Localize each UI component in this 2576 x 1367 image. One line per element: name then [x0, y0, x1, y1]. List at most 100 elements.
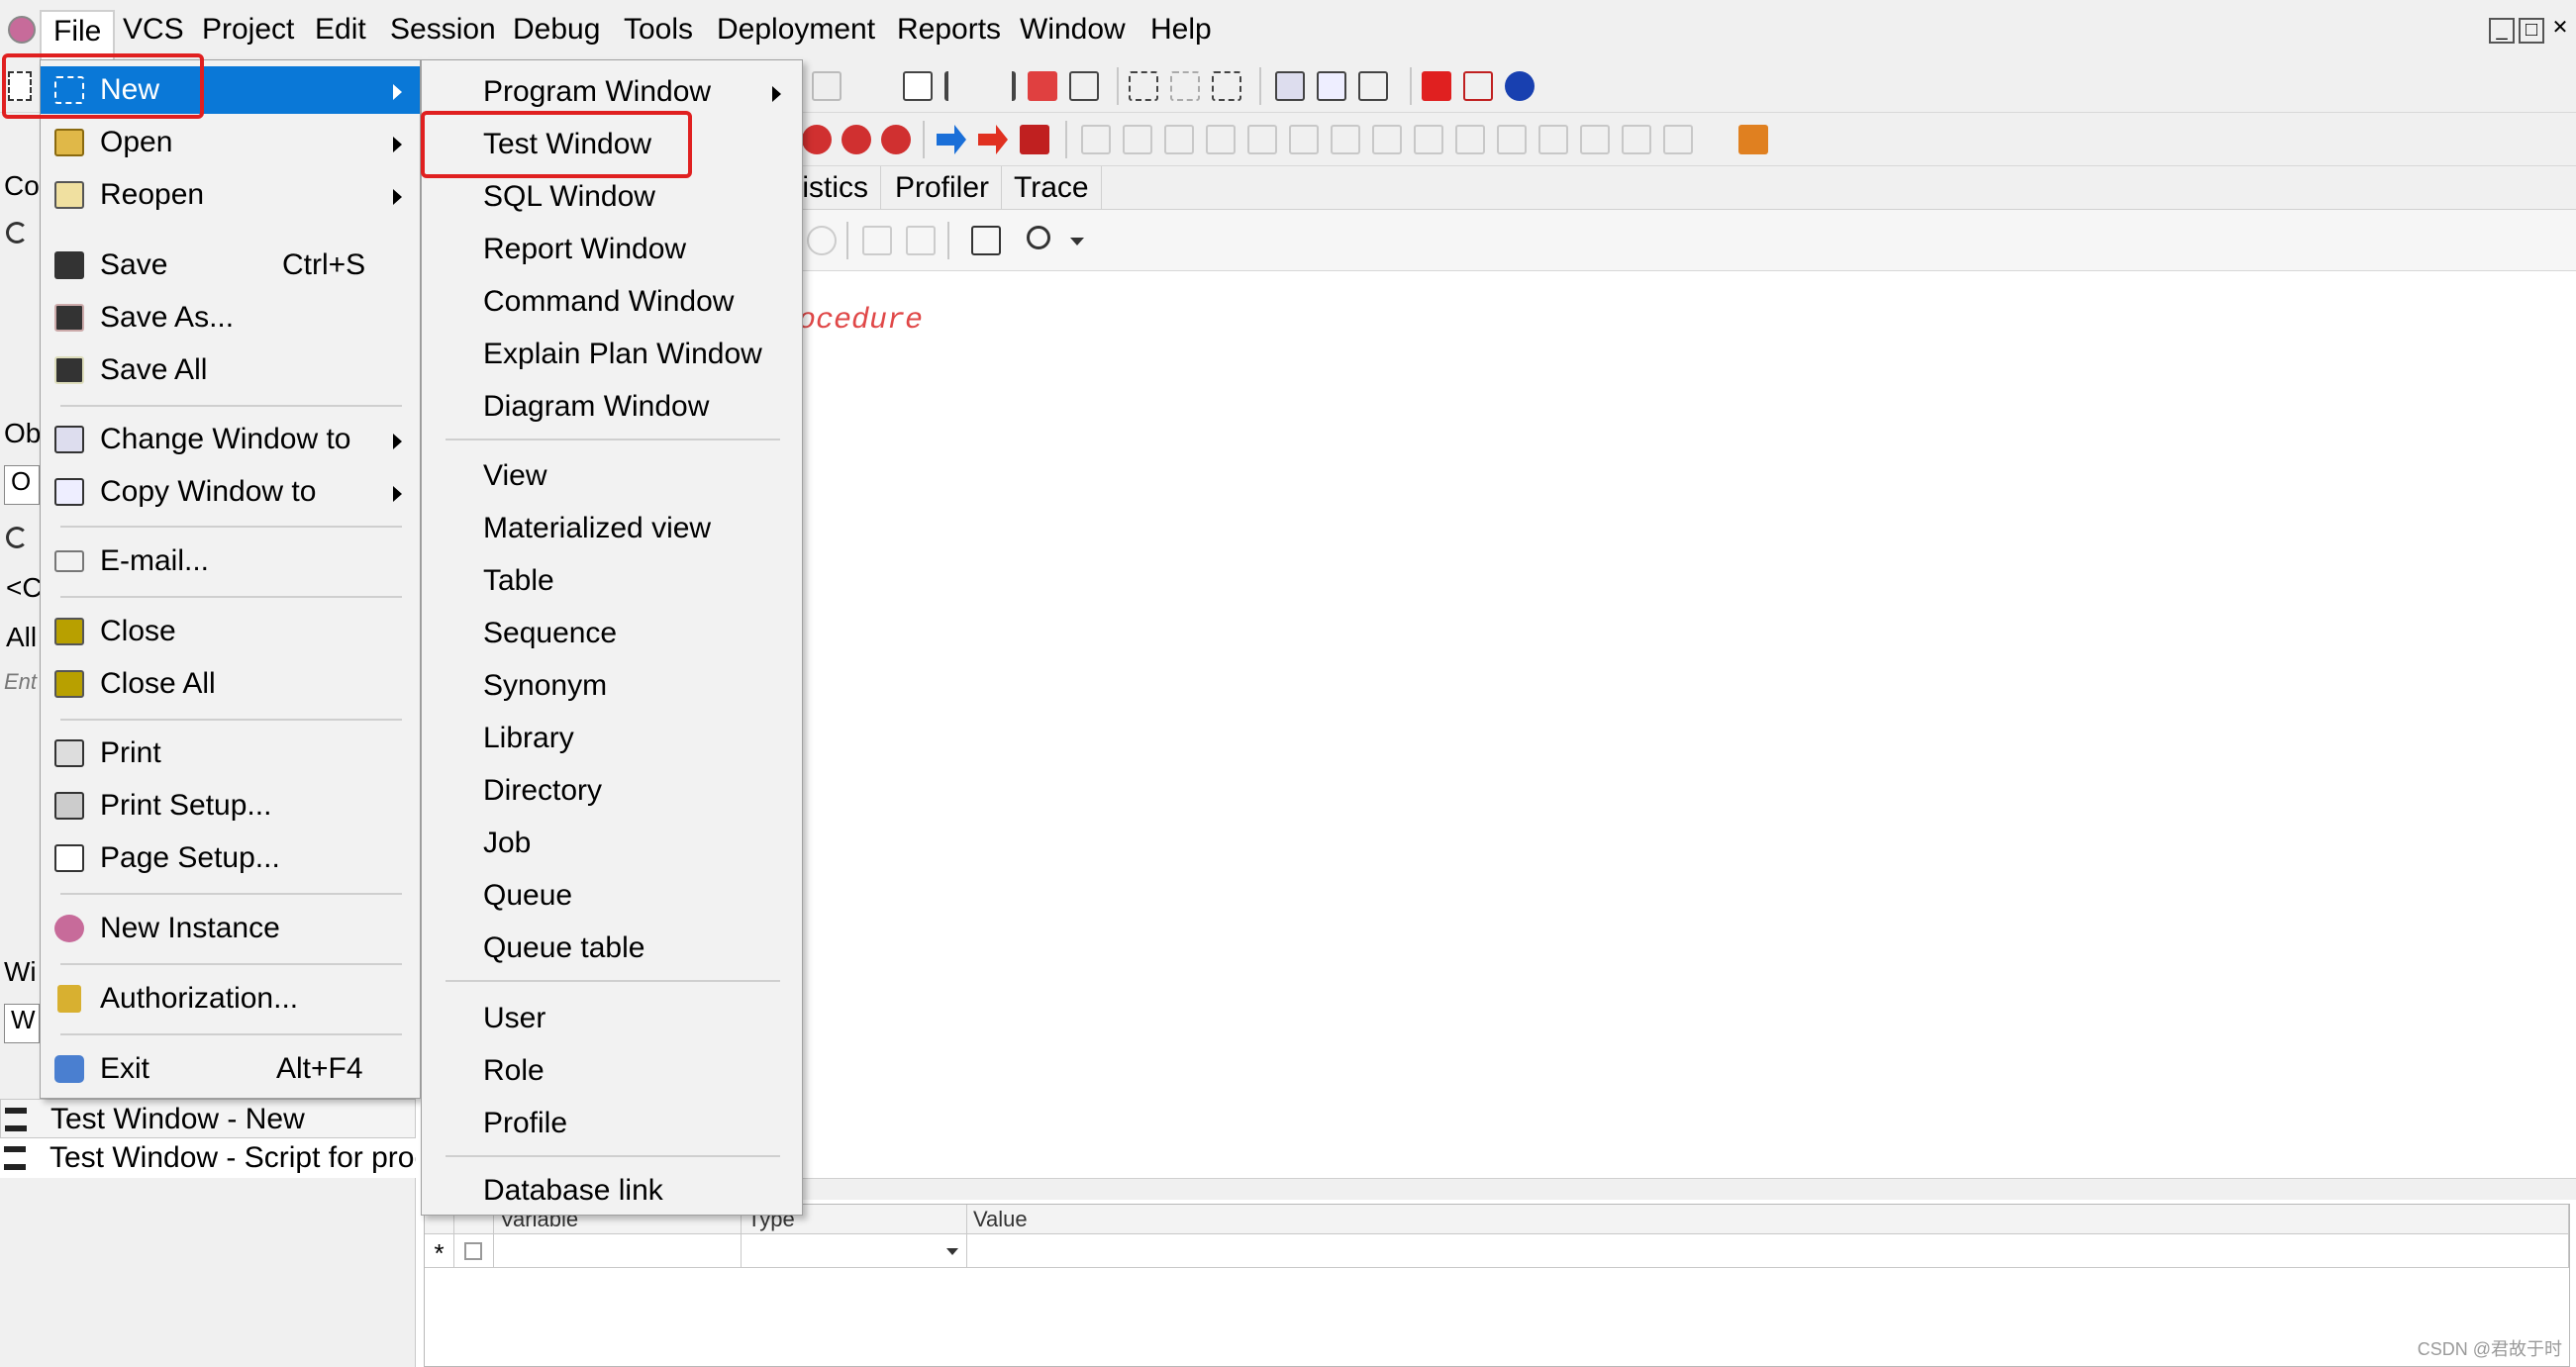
minimize-button[interactable]: _	[2489, 18, 2515, 44]
menu-deployment[interactable]: Deployment	[705, 10, 887, 49]
new-submenu-item-diagram-window[interactable]: Diagram Window	[422, 383, 802, 431]
stop-icon[interactable]	[1020, 125, 1049, 154]
tab-profiler[interactable]: Profiler	[883, 166, 1003, 210]
new-submenu-item-profile[interactable]: Profile	[422, 1100, 802, 1147]
disabled-tool-icon[interactable]	[1289, 125, 1319, 154]
menu-debug[interactable]: Debug	[501, 10, 612, 49]
toolbar-red-doc-icon[interactable]	[1028, 71, 1057, 101]
disabled-tool-icon[interactable]	[1247, 125, 1277, 154]
glasses-icon[interactable]	[862, 226, 892, 255]
window-filter-input[interactable]: W	[4, 1004, 40, 1043]
file-menu-item-close[interactable]: Close	[41, 608, 420, 655]
new-submenu-item-materialized-view[interactable]: Materialized view	[422, 505, 802, 552]
disabled-tool-icon[interactable]	[1414, 125, 1443, 154]
refresh-icon[interactable]	[6, 222, 28, 244]
new-submenu-item-sequence[interactable]: Sequence	[422, 610, 802, 657]
menu-vcs[interactable]: VCS	[111, 10, 196, 49]
debug-red3-icon[interactable]	[881, 125, 911, 154]
new-submenu-item-user[interactable]: User	[422, 995, 802, 1042]
file-menu-item-save-all[interactable]: Save All	[41, 346, 420, 394]
search-icon[interactable]	[1027, 226, 1050, 249]
chevron-down-icon[interactable]	[1070, 238, 1084, 245]
chevron-down-icon[interactable]	[946, 1248, 958, 1255]
menu-tools[interactable]: Tools	[612, 10, 705, 49]
new-submenu-item-library[interactable]: Library	[422, 715, 802, 762]
file-menu-item-exit[interactable]: Exit Alt+F4	[41, 1045, 420, 1093]
grid-checkbox[interactable]	[454, 1234, 494, 1268]
new-submenu-item-report-window[interactable]: Report Window	[422, 226, 802, 273]
toolbar-indent-icon[interactable]	[944, 71, 974, 101]
binary-icon[interactable]	[906, 226, 936, 255]
file-menu-item-new-instance[interactable]: New Instance	[41, 905, 420, 952]
toolbar-outdent-icon[interactable]	[986, 71, 1016, 101]
menu-session[interactable]: Session	[378, 10, 508, 49]
new-submenu-item-synonym[interactable]: Synonym	[422, 662, 802, 710]
menu-project[interactable]: Project	[190, 10, 306, 49]
disabled-tool-icon[interactable]	[1455, 125, 1485, 154]
toolbar-tree-icon[interactable]	[1129, 71, 1158, 101]
pdf-icon[interactable]	[1463, 71, 1493, 101]
file-menu-item-print-setup[interactable]: Print Setup...	[41, 782, 420, 830]
menu-edit[interactable]: Edit	[303, 10, 378, 49]
toolbar-tree2-icon[interactable]	[1170, 71, 1200, 101]
disabled-tool-icon[interactable]	[1538, 125, 1568, 154]
new-submenu-item-command-window[interactable]: Command Window	[422, 278, 802, 326]
toolbar-columns-icon[interactable]	[1358, 71, 1388, 101]
file-menu-item-reopen[interactable]: Reopen	[41, 171, 420, 219]
new-submenu-item-directory[interactable]: Directory	[422, 767, 802, 815]
toolbar-tree3-icon[interactable]	[1212, 71, 1241, 101]
step-blue-arrow-icon[interactable]	[937, 125, 966, 154]
new-submenu-item-queue-table[interactable]: Queue table	[422, 925, 802, 972]
disabled-tool-icon[interactable]	[1372, 125, 1402, 154]
toolbar-page-icon[interactable]	[1069, 71, 1099, 101]
restore-button[interactable]: □	[2519, 18, 2544, 44]
toolbar-grid-icon[interactable]	[1317, 71, 1346, 101]
file-menu-item-authorization[interactable]: Authorization...	[41, 975, 420, 1023]
debug-red-icon[interactable]	[802, 125, 832, 154]
disabled-tool-icon[interactable]	[1331, 125, 1360, 154]
object-filter-input[interactable]: O	[4, 465, 40, 505]
toolbar-check-icon[interactable]	[903, 71, 933, 101]
disabled-tool-icon[interactable]	[1663, 125, 1693, 154]
debug-red2-icon[interactable]	[842, 125, 871, 154]
gear-icon[interactable]	[807, 226, 837, 255]
new-submenu-item-explain-plan-window[interactable]: Explain Plan Window	[422, 331, 802, 378]
refresh-icon[interactable]	[6, 527, 28, 548]
new-submenu-item-database-link[interactable]: Database link	[422, 1167, 802, 1215]
menu-window[interactable]: Window	[1008, 10, 1138, 49]
disabled-tool-icon[interactable]	[1497, 125, 1527, 154]
toolbar-doc-icon[interactable]	[812, 71, 842, 101]
new-submenu-item-job[interactable]: Job	[422, 820, 802, 867]
disabled-tool-icon[interactable]	[1622, 125, 1651, 154]
new-submenu-item-program-window[interactable]: Program Window	[422, 68, 802, 116]
grid-type-cell[interactable]	[742, 1234, 967, 1268]
disabled-tool-icon[interactable]	[1164, 125, 1194, 154]
file-menu-item-save[interactable]: Save Ctrl+S	[41, 242, 420, 289]
file-menu-item-email[interactable]: E-mail...	[41, 537, 420, 585]
disabled-tool-icon[interactable]	[1123, 125, 1152, 154]
info-icon[interactable]	[1505, 71, 1535, 101]
oracle-icon[interactable]	[1422, 71, 1451, 101]
checkbox-icon[interactable]	[464, 1242, 482, 1260]
disabled-tool-icon[interactable]	[1206, 125, 1236, 154]
new-submenu-item-queue[interactable]: Queue	[422, 872, 802, 920]
file-menu-item-close-all[interactable]: Close All	[41, 660, 420, 708]
file-menu-item-page-setup[interactable]: Page Setup...	[41, 834, 420, 882]
unlock-icon[interactable]	[1738, 125, 1768, 154]
new-submenu-item-sql-window[interactable]: SQL Window	[422, 173, 802, 221]
new-submenu-item-table[interactable]: Table	[422, 557, 802, 605]
image-icon[interactable]	[971, 226, 1001, 255]
toolbar-windows-icon[interactable]	[1275, 71, 1305, 101]
close-button[interactable]: ✕	[2548, 18, 2572, 44]
window-list-item[interactable]: Test Window - New	[0, 1099, 416, 1138]
disabled-tool-icon[interactable]	[1081, 125, 1111, 154]
file-menu-item-print[interactable]: Print	[41, 730, 420, 777]
file-menu-item-save-as[interactable]: Save As...	[41, 294, 420, 342]
menu-help[interactable]: Help	[1139, 10, 1224, 49]
menu-reports[interactable]: Reports	[885, 10, 1013, 49]
file-menu-item-change-window[interactable]: Change Window to	[41, 416, 420, 463]
new-submenu-item-view[interactable]: View	[422, 452, 802, 500]
grid-value-cell[interactable]	[967, 1234, 2569, 1268]
window-list-item[interactable]: Test Window - Script for proc	[0, 1138, 416, 1178]
file-menu-item-open[interactable]: Open	[41, 119, 420, 166]
